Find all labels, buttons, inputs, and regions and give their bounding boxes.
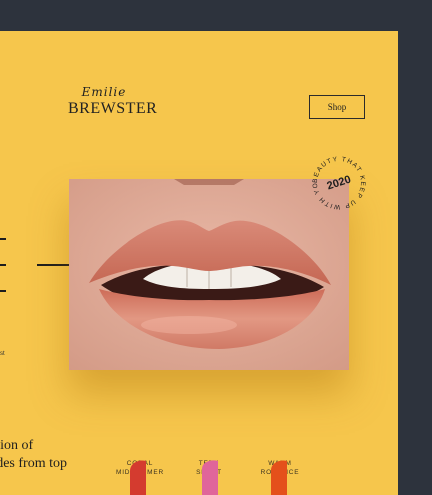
headline: ction of ades from top <box>0 437 67 473</box>
lipstick-teen-spirit[interactable] <box>197 457 223 495</box>
brand-name: BREWSTER <box>68 100 158 117</box>
left-note: st <box>0 351 5 357</box>
stamp-year: 2020 <box>326 174 353 193</box>
headline-line-2: ades from top <box>0 456 67 471</box>
headline-line-1: ction of <box>0 438 34 453</box>
landing-page: Emilie BREWSTER Shop st BEAUTY THAT KEEP… <box>0 31 398 495</box>
lipstick-coral-midsummer[interactable] <box>125 457 151 495</box>
brand-logo[interactable]: Emilie BREWSTER <box>68 85 158 118</box>
shop-button[interactable]: Shop <box>309 95 365 119</box>
lipstick-warm-romance[interactable] <box>266 457 292 495</box>
brand-script: Emilie <box>81 85 127 99</box>
left-edge-glyph <box>0 238 8 292</box>
beauty-stamp-badge: BEAUTY THAT KEEP UP WITH YOU 2020 <box>307 151 365 210</box>
